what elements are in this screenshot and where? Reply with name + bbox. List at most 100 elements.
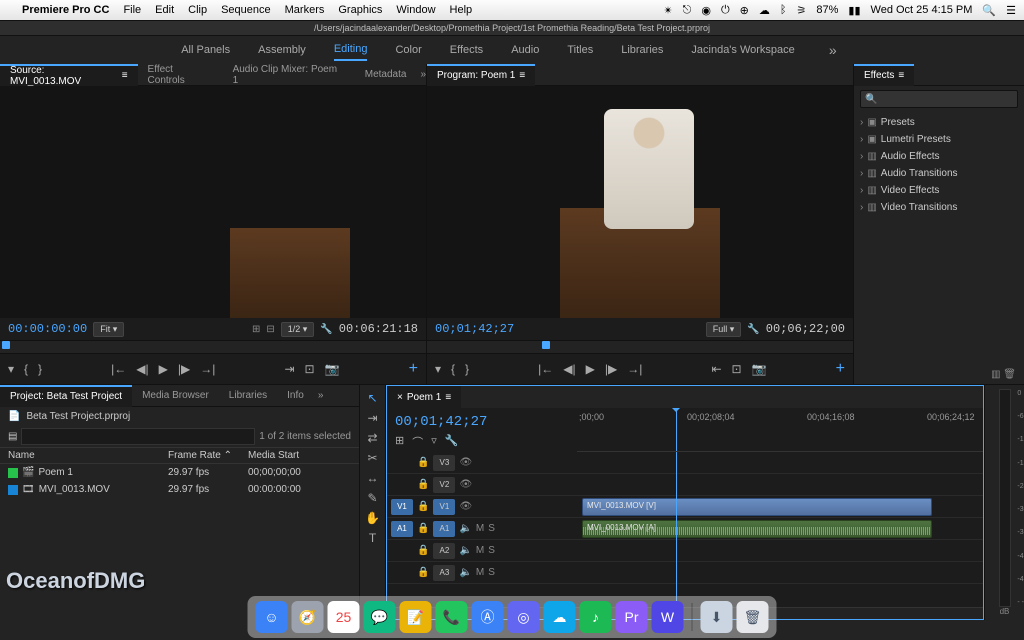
play-icon[interactable]: ▶ xyxy=(586,362,595,376)
effects-item-lumetri[interactable]: ›▣Lumetri Presets xyxy=(854,131,1024,148)
step-fwd-icon[interactable]: |▶ xyxy=(605,362,617,376)
type-tool-icon[interactable]: T xyxy=(369,531,376,545)
tab-effect-controls[interactable]: Effect Controls xyxy=(138,64,223,86)
ws-editing[interactable]: Editing xyxy=(334,39,368,61)
track-select-tool-icon[interactable]: ⇥ xyxy=(367,411,377,425)
tab-info[interactable]: Info xyxy=(277,385,314,407)
effects-item-video-tr[interactable]: ›▥Video Transitions xyxy=(854,199,1024,216)
cc-icon[interactable]: ◉ xyxy=(701,4,711,17)
trash-icon[interactable]: 🗑 xyxy=(1003,369,1016,380)
wifi-icon[interactable]: ⚞ xyxy=(797,4,807,17)
notification-icon[interactable]: ☰ xyxy=(1006,4,1016,17)
pen-tool-icon[interactable]: ✎ xyxy=(367,491,377,505)
status-icon[interactable]: ⏻ xyxy=(721,4,730,17)
ws-effects[interactable]: Effects xyxy=(450,40,483,60)
export-frame-icon[interactable]: 📷 xyxy=(325,362,340,376)
timeline-ruler[interactable]: ;00;00 00;02;08;04 00;04;16;08 00;06;24;… xyxy=(577,408,983,452)
settings-icon[interactable]: 🔧 xyxy=(445,434,459,450)
panel-menu-icon[interactable]: ≡ xyxy=(898,70,904,81)
track-v1[interactable]: V1🔒V1👁 xyxy=(387,496,577,518)
tab-program[interactable]: Program: Poem 1 ≡ xyxy=(427,64,535,86)
battery-pct[interactable]: 87% xyxy=(816,4,838,16)
col-fps[interactable]: Frame Rate ⌃ xyxy=(168,450,248,461)
overflow-icon[interactable]: » xyxy=(420,69,426,80)
menu-clip[interactable]: Clip xyxy=(188,4,207,16)
dock-facetime[interactable]: 📞 xyxy=(436,601,468,633)
play-icon[interactable]: ▶ xyxy=(159,362,168,376)
track-v2[interactable]: 🔒V2👁 xyxy=(387,474,577,496)
dock-premiere[interactable]: Pr xyxy=(616,601,648,633)
effects-item-video-fx[interactable]: ›▥Video Effects xyxy=(854,182,1024,199)
timeline-tc[interactable]: 00;01;42;27 xyxy=(395,414,569,430)
safe-margins-icon[interactable]: ⊟ xyxy=(266,324,274,335)
ws-audio[interactable]: Audio xyxy=(511,40,539,60)
tab-sequence[interactable]: × Poem 1 ≡ xyxy=(387,386,461,408)
effects-item-audio-fx[interactable]: ›▥Audio Effects xyxy=(854,148,1024,165)
ws-libraries[interactable]: Libraries xyxy=(621,40,663,60)
overwrite-icon[interactable]: ⊡ xyxy=(305,362,315,376)
link-icon[interactable]: ⌒ xyxy=(412,434,423,450)
source-tc-in[interactable]: 00:00:00:00 xyxy=(8,322,87,336)
clip-audio[interactable]: MVI_0013.MOV [A] xyxy=(582,520,932,538)
step-back-icon[interactable]: ◀| xyxy=(136,362,148,376)
tab-effects[interactable]: Effects ≡ xyxy=(854,64,914,86)
project-row[interactable]: 🎞MVI_0013.MOV 29.97 fps 00:00:00:00 xyxy=(0,481,359,498)
tab-libraries[interactable]: Libraries xyxy=(219,385,277,407)
add-button-icon[interactable]: + xyxy=(836,360,845,378)
dock-notes[interactable]: 📝 xyxy=(400,601,432,633)
ws-all-panels[interactable]: All Panels xyxy=(181,40,230,60)
status-icon[interactable]: ⎋ xyxy=(683,4,692,17)
insert-icon[interactable]: ⇥ xyxy=(284,362,294,376)
tab-metadata[interactable]: Metadata xyxy=(355,64,417,86)
mark-out-icon[interactable]: } xyxy=(38,362,42,376)
step-back-icon[interactable]: ◀| xyxy=(563,362,575,376)
status-icon[interactable]: ☁ xyxy=(759,4,770,17)
dock-appstore[interactable]: Ⓐ xyxy=(472,601,504,633)
app-name[interactable]: Premiere Pro CC xyxy=(22,4,109,16)
tab-media-browser[interactable]: Media Browser xyxy=(132,385,219,407)
safe-margins-icon[interactable]: ⊞ xyxy=(252,324,260,335)
ripple-tool-icon[interactable]: ⇄ xyxy=(367,431,377,445)
playhead-line[interactable] xyxy=(676,452,677,607)
filter-icon[interactable]: ▤ xyxy=(8,431,17,442)
program-tc-in[interactable]: 00;01;42;27 xyxy=(435,322,514,336)
menu-markers[interactable]: Markers xyxy=(285,4,325,16)
bluetooth-icon[interactable]: ᛒ xyxy=(780,4,787,16)
source-fit[interactable]: Fit ▾ xyxy=(93,322,124,337)
menu-help[interactable]: Help xyxy=(450,4,473,16)
ws-overflow[interactable]: » xyxy=(823,42,843,58)
marker-icon[interactable]: ▾ xyxy=(8,362,14,376)
col-start[interactable]: Media Start xyxy=(248,450,328,461)
effects-search-input[interactable] xyxy=(877,94,1013,105)
program-fit[interactable]: Full ▾ xyxy=(706,322,742,337)
dock-finder[interactable]: ☺ xyxy=(256,601,288,633)
battery-icon[interactable]: ▮▮ xyxy=(848,4,860,17)
dock-calendar[interactable]: 25 xyxy=(328,601,360,633)
ws-color[interactable]: Color xyxy=(395,40,421,60)
panel-menu-icon[interactable]: ≡ xyxy=(122,70,128,81)
track-a3[interactable]: 🔒A3🔈MS xyxy=(387,562,577,584)
dock-app[interactable]: ◎ xyxy=(508,601,540,633)
effects-item-audio-tr[interactable]: ›▥Audio Transitions xyxy=(854,165,1024,182)
dock-downloads[interactable]: ⬇ xyxy=(701,601,733,633)
source-res[interactable]: 1/2 ▾ xyxy=(281,322,315,337)
ws-titles[interactable]: Titles xyxy=(567,40,593,60)
dock-trash[interactable]: 🗑 xyxy=(737,601,769,633)
effects-search[interactable]: 🔍 xyxy=(860,90,1018,108)
marker-icon[interactable]: ▾ xyxy=(435,362,441,376)
menu-graphics[interactable]: Graphics xyxy=(338,4,382,16)
tab-audio-mixer[interactable]: Audio Clip Mixer: Poem 1 xyxy=(223,64,355,86)
source-scrubber[interactable] xyxy=(0,340,426,354)
extract-icon[interactable]: ⊡ xyxy=(732,362,742,376)
status-icon[interactable]: ⊕ xyxy=(740,4,749,17)
effects-item-presets[interactable]: ›▣Presets xyxy=(854,114,1024,131)
source-video[interactable] xyxy=(0,86,426,318)
go-in-icon[interactable]: |← xyxy=(111,362,126,376)
program-scrubber[interactable] xyxy=(427,340,853,354)
export-frame-icon[interactable]: 📷 xyxy=(752,362,767,376)
dock-messages[interactable]: 💬 xyxy=(364,601,396,633)
menu-edit[interactable]: Edit xyxy=(155,4,174,16)
hand-tool-icon[interactable]: ✋ xyxy=(365,511,380,525)
playhead-icon[interactable] xyxy=(676,408,677,451)
marker-icon[interactable]: ▿ xyxy=(431,434,437,450)
